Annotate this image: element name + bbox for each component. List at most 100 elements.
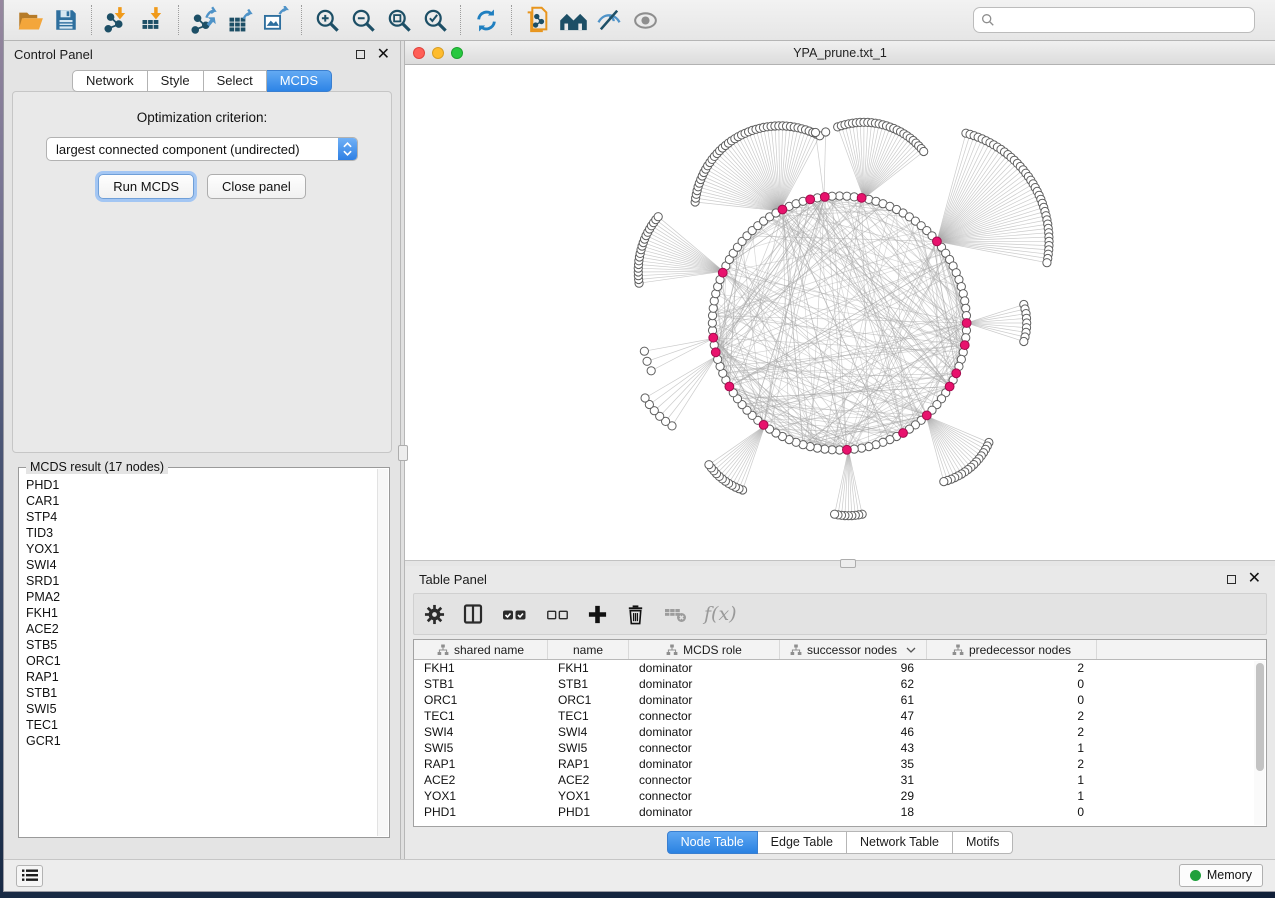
tab-select[interactable]: Select [204, 70, 267, 92]
vertical-splitter[interactable] [400, 41, 405, 859]
cell-shared-name: STB1 [414, 677, 548, 691]
deselect-all-icon[interactable] [545, 602, 570, 627]
splitter-grip[interactable] [398, 445, 408, 461]
gear-icon[interactable] [424, 604, 445, 625]
horizontal-splitter[interactable] [405, 560, 1275, 566]
table-row[interactable]: FKH1FKH1dominator962 [414, 660, 1254, 676]
memory-label: Memory [1207, 868, 1252, 882]
table-row[interactable]: SWI4SWI4dominator462 [414, 724, 1254, 740]
main-toolbar [4, 0, 1275, 41]
mcds-result-item[interactable]: SWI5 [20, 701, 377, 717]
table-row[interactable]: ACE2ACE2connector311 [414, 772, 1254, 788]
optimization-criterion-label: Optimization criterion: [13, 110, 391, 125]
cell-name: RAP1 [548, 757, 629, 771]
close-panel-button[interactable]: Close panel [207, 174, 306, 199]
mcds-result-list[interactable]: PHD1CAR1STP4TID3YOX1SWI4SRD1PMA2FKH1ACE2… [20, 469, 377, 836]
tab-edge-table[interactable]: Edge Table [758, 831, 847, 854]
tab-motifs[interactable]: Motifs [953, 831, 1013, 854]
close-panel-icon[interactable]: ✕ [1248, 571, 1261, 587]
cell-name: YOX1 [548, 789, 629, 803]
table-row[interactable]: ORC1ORC1dominator610 [414, 692, 1254, 708]
shared-column-icon [952, 644, 964, 656]
tab-mcds[interactable]: MCDS [267, 70, 332, 92]
memory-button[interactable]: Memory [1179, 864, 1263, 887]
refresh-icon[interactable] [468, 4, 504, 36]
column-header-successor-nodes[interactable]: successor nodes [780, 640, 927, 659]
mcds-result-item[interactable]: SWI4 [20, 557, 377, 573]
splitter-grip[interactable] [840, 559, 856, 568]
table-row[interactable]: TEC1TEC1connector472 [414, 708, 1254, 724]
add-column-icon[interactable] [587, 604, 608, 625]
mcds-result-item[interactable]: PMA2 [20, 589, 377, 605]
table-scrollbar[interactable] [1254, 661, 1265, 825]
run-mcds-button[interactable]: Run MCDS [98, 174, 194, 199]
select-all-icon[interactable] [501, 601, 528, 628]
cell-mcds-role: connector [629, 773, 780, 787]
cell-name: SWI5 [548, 741, 629, 755]
mcds-result-item[interactable]: YOX1 [20, 541, 377, 557]
column-header-predecessor-nodes[interactable]: predecessor nodes [927, 640, 1097, 659]
network-graph[interactable] [405, 65, 1275, 560]
search-box[interactable] [973, 7, 1255, 33]
criterion-select[interactable]: largest connected component (undirected) [46, 137, 358, 161]
mcds-result-item[interactable]: STP4 [20, 509, 377, 525]
float-panel-icon[interactable] [356, 50, 365, 59]
tab-style[interactable]: Style [148, 70, 204, 92]
zoom-selected-icon[interactable] [417, 4, 453, 36]
mcds-result-item[interactable]: RAP1 [20, 669, 377, 685]
tab-node-table[interactable]: Node Table [667, 831, 758, 854]
zoom-fit-icon[interactable] [381, 4, 417, 36]
table-row[interactable]: YOX1YOX1connector291 [414, 788, 1254, 804]
table-row[interactable]: SWI5SWI5connector431 [414, 740, 1254, 756]
zoom-in-icon[interactable] [309, 4, 345, 36]
mcds-result-item[interactable]: FKH1 [20, 605, 377, 621]
split-columns-icon[interactable] [462, 603, 484, 625]
table-row[interactable]: STB1STB1dominator620 [414, 676, 1254, 692]
table-row[interactable]: RAP1RAP1dominator352 [414, 756, 1254, 772]
network-document-icon[interactable] [519, 4, 555, 36]
group-nodes-icon[interactable] [555, 4, 591, 36]
network-canvas[interactable] [405, 65, 1275, 560]
cell-successor-nodes: 46 [780, 725, 927, 739]
node-table[interactable]: shared namenameMCDS rolesuccessor nodesp… [413, 639, 1267, 827]
scrollbar-thumb[interactable] [1256, 663, 1264, 771]
export-network-icon[interactable] [186, 4, 222, 36]
save-session-icon[interactable] [48, 4, 84, 36]
mcds-result-item[interactable]: TID3 [20, 525, 377, 541]
import-network-icon[interactable] [99, 4, 135, 36]
mcds-result-item[interactable]: STB1 [20, 685, 377, 701]
mcds-result-item[interactable]: PHD1 [20, 477, 377, 493]
float-panel-icon[interactable] [1227, 575, 1236, 584]
export-table-icon[interactable] [222, 4, 258, 36]
chevron-down-icon[interactable] [906, 647, 916, 653]
tab-network-table[interactable]: Network Table [847, 831, 953, 854]
column-header-name[interactable]: name [548, 640, 629, 659]
close-panel-icon[interactable]: ✕ [377, 47, 390, 63]
column-header-mcds-role[interactable]: MCDS role [629, 640, 780, 659]
mcds-result-item[interactable]: TEC1 [20, 717, 377, 733]
open-file-icon[interactable] [12, 4, 48, 36]
delete-column-icon[interactable] [625, 604, 646, 625]
mcds-result-item[interactable]: SRD1 [20, 573, 377, 589]
show-all-icon[interactable] [627, 4, 663, 36]
tab-network[interactable]: Network [72, 70, 148, 92]
mcds-result-item[interactable]: GCR1 [20, 733, 377, 749]
import-table-icon[interactable] [135, 4, 171, 36]
mcds-result-item[interactable]: ORC1 [20, 653, 377, 669]
column-header-filler [1097, 640, 1266, 659]
result-scrollbar[interactable] [377, 469, 388, 836]
task-history-button[interactable] [16, 865, 43, 887]
cell-predecessor-nodes: 2 [927, 709, 1097, 723]
column-header-shared-name[interactable]: shared name [414, 640, 548, 659]
search-input[interactable] [1000, 13, 1247, 27]
hide-selected-icon[interactable] [591, 4, 627, 36]
mcds-result-item[interactable]: ACE2 [20, 621, 377, 637]
table-panel: Table Panel ✕ f(x) shared namename [405, 566, 1275, 859]
mcds-result-item[interactable]: STB5 [20, 637, 377, 653]
cell-name: STB1 [548, 677, 629, 691]
mcds-result-item[interactable]: CAR1 [20, 493, 377, 509]
cell-predecessor-nodes: 1 [927, 773, 1097, 787]
export-image-icon[interactable] [258, 4, 294, 36]
zoom-out-icon[interactable] [345, 4, 381, 36]
table-row[interactable]: PHD1PHD1dominator180 [414, 804, 1254, 820]
